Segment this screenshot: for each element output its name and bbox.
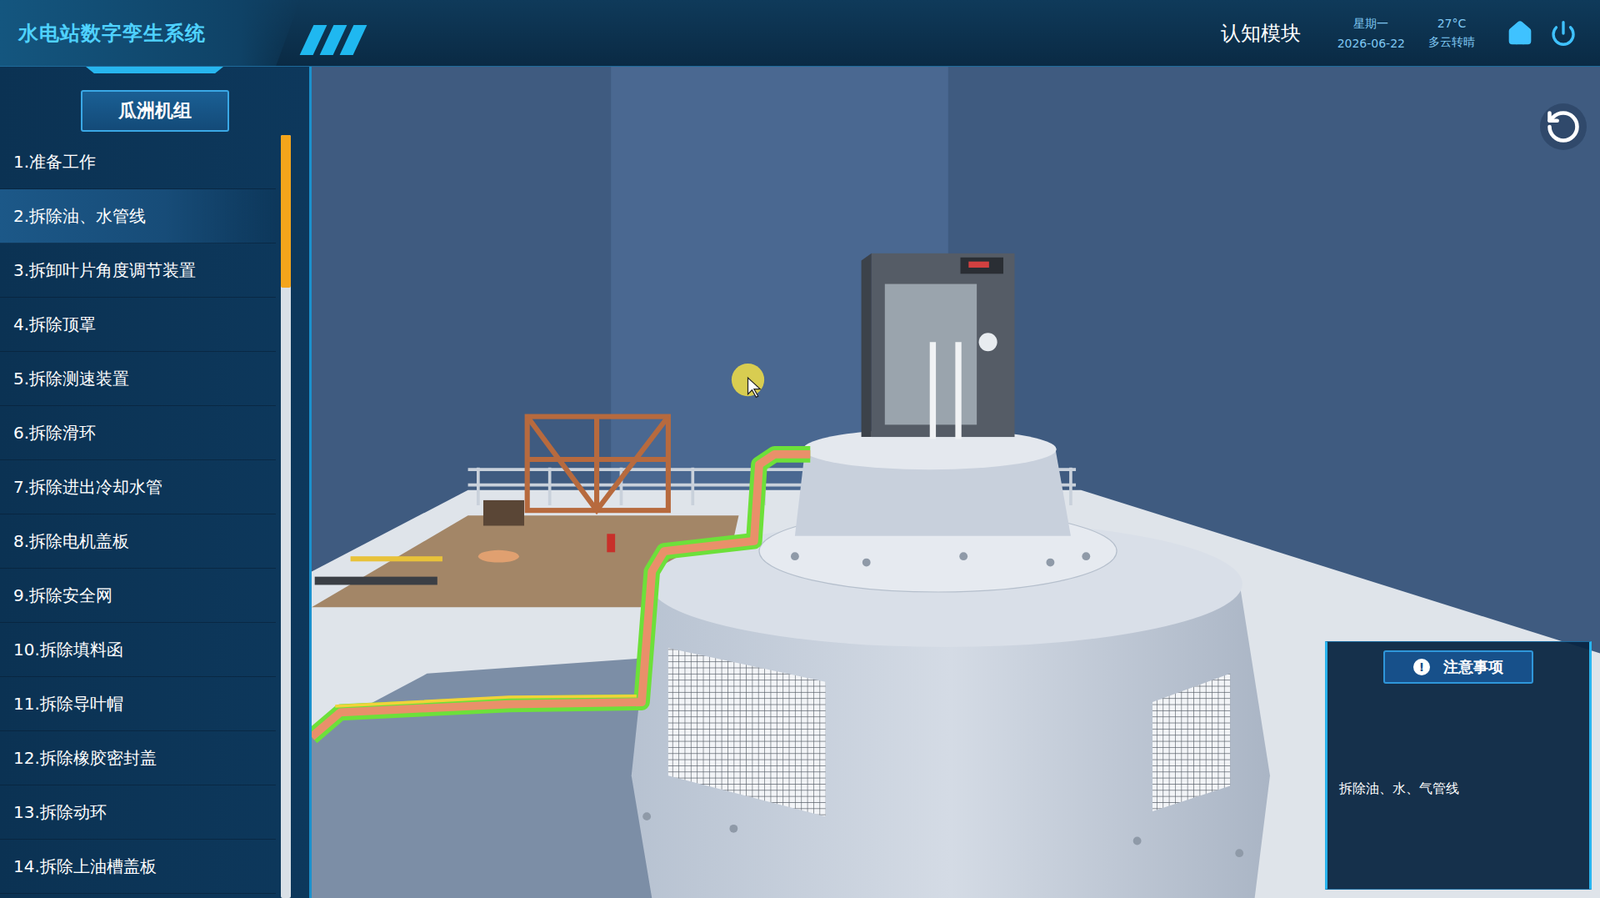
bolts: [642, 551, 1244, 857]
step-item[interactable]: 14.拆除上油槽盖板: [0, 839, 276, 894]
scrollbar-thumb[interactable]: [280, 135, 291, 288]
unit-button[interactable]: 瓜洲机组: [80, 90, 230, 132]
app: 水电站数字孪生系统 认知模块 星期一 2026-06-22 27°C 多云转晴瓜洲机组1.…: [0, 0, 1600, 898]
step-item[interactable]: 8.拆除电机盖板: [0, 514, 276, 569]
step-item[interactable]: 13.拆除动环: [0, 785, 276, 840]
module-label: 认知模块: [1220, 20, 1301, 47]
reset-view-button[interactable]: [1540, 103, 1587, 150]
notice-panel: ! 注意事项拆除油、水、气管线: [1325, 640, 1592, 890]
step-item[interactable]: 1.准备工作: [0, 135, 276, 190]
weekday: 星期一: [1353, 16, 1389, 32]
cursor-icon: [748, 377, 761, 397]
step-item[interactable]: 3.拆卸叶片角度调节装置: [0, 243, 276, 298]
step-item[interactable]: 9.拆除安全网: [0, 568, 276, 623]
step-item[interactable]: 12.拆除橡胶密封盖: [0, 730, 276, 785]
step-item[interactable]: 2.拆除油、水管线: [0, 189, 276, 244]
power-icon: [1550, 20, 1577, 47]
reset-icon: [1545, 107, 1582, 146]
step-list: 1.准备工作2.拆除油、水管线3.拆卸叶片角度调节装置4.拆除顶罩5.拆除测速装…: [0, 135, 276, 898]
power-button[interactable]: [1541, 20, 1585, 47]
alert-icon: !: [1413, 658, 1430, 675]
app-title: 水电站数字孪生系统: [18, 20, 206, 47]
step-item[interactable]: 4.拆除顶罩: [0, 297, 276, 352]
grille-left: [668, 647, 826, 816]
weather: 多云转晴: [1428, 35, 1475, 50]
step-item[interactable]: 10.拆除填料函: [0, 622, 276, 677]
notice-title: ! 注意事项: [1383, 650, 1534, 684]
temperature: 27°C: [1437, 16, 1467, 30]
sidebar-decor: [85, 66, 224, 74]
home-button[interactable]: [1498, 20, 1542, 47]
scaffold-frame: [527, 416, 669, 511]
slash-decor: [306, 25, 360, 55]
title-block: 水电站数字孪生系统: [0, 0, 300, 66]
background-wall: [311, 66, 1600, 898]
notice-title-text: 注意事项: [1443, 656, 1504, 677]
step-item[interactable]: 6.拆除滑环: [0, 405, 276, 460]
notice-text: 拆除油、水、气管线: [1339, 780, 1460, 798]
step-list-area: 1.准备工作2.拆除油、水管线3.拆卸叶片角度调节装置4.拆除顶罩5.拆除测速装…: [0, 135, 310, 898]
top-bar: 水电站数字孪生系统 认知模块 星期一 2026-06-22 27°C 多云转晴: [0, 0, 1600, 67]
weather-info: 27°C 多云转晴: [1428, 16, 1475, 50]
content: 瓜洲机组1.准备工作2.拆除油、水管线3.拆卸叶片角度调节装置4.拆除顶罩5.拆…: [0, 66, 1600, 898]
date: 2026-06-22: [1337, 36, 1405, 50]
tools: [315, 500, 615, 585]
sidebar: 瓜洲机组1.准备工作2.拆除油、水管线3.拆卸叶片角度调节装置4.拆除顶罩5.拆…: [0, 66, 312, 898]
floor: [311, 490, 1600, 898]
oil-water-pipe[interactable]: [311, 454, 810, 737]
scrollbar-track[interactable]: [280, 135, 291, 898]
control-cabinet: [861, 253, 1015, 440]
home-icon: [1506, 20, 1534, 47]
step-item[interactable]: 11.拆除导叶帽: [0, 676, 276, 731]
date-info: 星期一 2026-06-22: [1337, 16, 1405, 50]
step-item[interactable]: 7.拆除进出冷却水管: [0, 460, 276, 515]
viewport[interactable]: ! 注意事项拆除油、水、气管线: [311, 66, 1600, 898]
grille-right: [1152, 673, 1230, 811]
step-item[interactable]: 5.拆除测速装置: [0, 351, 276, 406]
